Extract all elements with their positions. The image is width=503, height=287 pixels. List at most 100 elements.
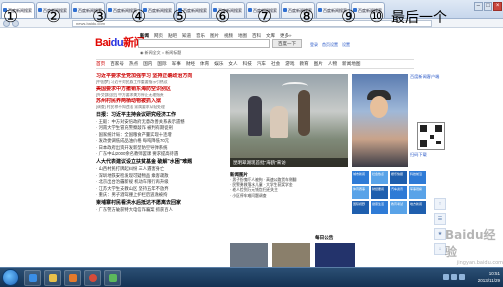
- channel-item[interactable]: 财经: [186, 60, 195, 68]
- news-tile[interactable]: 财经要闻: [371, 186, 388, 199]
- news-tile[interactable]: 军事观察: [409, 186, 426, 199]
- news-item[interactable]: · 深圳地铁安检发现可疑物品 乘客疏散: [96, 173, 226, 180]
- news-tile[interactable]: 国际视野: [352, 201, 369, 214]
- close-button[interactable]: ×: [493, 2, 503, 11]
- news-item[interactable]: 人大代表建议设立扶贫基金 破解"水困"难题: [96, 158, 226, 166]
- channel-item[interactable]: 社会: [271, 60, 280, 68]
- news-item[interactable]: · 重庆：男子酒驾撞上护栏后逃逸被拘: [96, 192, 226, 199]
- channel-item[interactable]: 国际: [157, 60, 166, 68]
- news-item[interactable]: 美国要求中方撤销东海防空识别区: [96, 86, 226, 93]
- channel-item[interactable]: 教育: [299, 60, 308, 68]
- favicon-icon: [38, 8, 42, 12]
- channel-item[interactable]: 图片: [314, 60, 323, 68]
- qr-code-icon[interactable]: [417, 122, 445, 150]
- taskbar-app-icon[interactable]: [104, 270, 121, 286]
- app-link[interactable]: 百度新闻客户端: [410, 74, 456, 80]
- headline-news-list: 习近平要求全党加强学习 坚持正确政治方向 [中国梦] 习近平对民族工作重要指示引热…: [96, 73, 226, 214]
- channel-item[interactable]: 游戏: [285, 60, 294, 68]
- hot-list-item[interactable]: · 小区停车难问题调查: [230, 194, 348, 199]
- start-button[interactable]: [2, 269, 19, 286]
- channel-item[interactable]: 军事: [172, 60, 181, 68]
- channel-item[interactable]: 女人: [228, 60, 237, 68]
- news-item[interactable]: · 山西村民打牌起纠纷 三人遇害身亡: [96, 166, 226, 173]
- news-tile[interactable]: 娱乐快报: [390, 171, 407, 184]
- logo-paw: du: [110, 37, 124, 49]
- clock-date: 2013/11/29: [477, 278, 500, 283]
- taskbar-chrome-icon[interactable]: [84, 270, 101, 286]
- settings-link[interactable]: 设置: [342, 42, 350, 48]
- channel-item[interactable]: 人物: [328, 60, 337, 68]
- news-item[interactable]: · 北京出台治霾新规 机动车限行再升级: [96, 179, 226, 186]
- watermark-main: Baidu经验: [445, 228, 496, 259]
- menu-icon[interactable]: ☰: [434, 213, 446, 225]
- step-number: ⑥: [215, 7, 231, 27]
- clock-time: 10:51: [488, 271, 500, 276]
- search-input[interactable]: [138, 39, 270, 48]
- ad-thumbnail[interactable]: [315, 243, 355, 267]
- channel-item[interactable]: 国内: [143, 60, 152, 68]
- person-shape: [298, 90, 310, 136]
- login-link[interactable]: 登录: [310, 42, 318, 48]
- minimize-button[interactable]: –: [474, 2, 483, 11]
- video-thumbnail[interactable]: [230, 243, 268, 267]
- channel-item[interactable]: 热点: [129, 60, 138, 68]
- news-item[interactable]: 习近平要求全党加强学习 坚持正确政治方向: [96, 73, 226, 80]
- person-shape: [270, 106, 288, 138]
- news-tile[interactable]: 社会热点: [371, 171, 388, 184]
- step-number: ⑨: [341, 7, 357, 27]
- channel-item[interactable]: 百家号: [110, 60, 124, 68]
- volume-icon[interactable]: [451, 274, 457, 280]
- system-clock[interactable]: 10:51 2013/11/29: [478, 270, 500, 284]
- news-item[interactable]: · 江苏大学生支教山区 坚持五年不放弃: [96, 186, 226, 193]
- baidu-logo[interactable]: Baidu新闻: [95, 34, 145, 50]
- news-tile[interactable]: 教育考试: [390, 201, 407, 214]
- news-item[interactable]: · 王毅：中方对安倍政府无意改善关系表示遗憾: [96, 119, 226, 126]
- maximize-button[interactable]: □: [483, 2, 493, 11]
- video-thumbnail[interactable]: [272, 243, 310, 267]
- step-number: ③: [92, 7, 108, 27]
- taskbar-media-icon[interactable]: [64, 270, 81, 286]
- news-item[interactable]: · 广东中山2000余名教师罢课 要求提高待遇: [96, 151, 226, 158]
- news-item[interactable]: · 国家统计局：全国粮食产量实现十连增: [96, 132, 226, 139]
- windows-taskbar: 10:51 2013/11/29: [0, 267, 503, 287]
- homepage-link[interactable]: 首页设置: [322, 42, 338, 48]
- baidu-news-page: Baidu新闻 新闻 网页 贴吧 知道 音乐 图片 视频 地图 百科 文库 更多…: [0, 28, 503, 267]
- news-tile[interactable]: 健康生活: [371, 201, 388, 214]
- side-photo[interactable]: [352, 74, 408, 167]
- favicon-icon: [248, 8, 252, 12]
- channel-item[interactable]: 汽车: [257, 60, 266, 68]
- photo-caption[interactable]: 昆明翠湖现首批"海鸥"来访: [230, 158, 348, 167]
- news-tile[interactable]: 地方新闻: [409, 201, 426, 214]
- channel-item[interactable]: 体育: [200, 60, 209, 68]
- news-item[interactable]: · 河南大学生冒充警察敲诈 被判有期徒刑: [96, 125, 226, 132]
- news-item[interactable]: 苏州村民养两栖动物被抓入狱: [96, 98, 226, 105]
- channel-item[interactable]: 娱乐: [214, 60, 223, 68]
- favicon-icon: [73, 8, 77, 12]
- back-to-top-icon[interactable]: ↑: [434, 198, 446, 210]
- network-icon[interactable]: [443, 274, 449, 280]
- watermark-sub: jingyan.baidu.com: [456, 260, 503, 266]
- notice-section-title: 每日公告: [315, 235, 334, 240]
- news-item[interactable]: · 发改委调低成品油价格 每吨降低70元: [96, 138, 226, 145]
- news-item[interactable]: · 日本政府出资开发新型防空导弹系统: [96, 145, 226, 152]
- hot-photo-list: 新闻图片 · 男子扮鬼吓人被拘 · 高速公路货车侧翻 · 民警勇救落水儿童 · 大…: [230, 171, 348, 199]
- channel-item[interactable]: 首页: [96, 60, 105, 68]
- news-item[interactable]: 日报：习近平主持会议研究经济工作: [96, 111, 226, 119]
- news-tile[interactable]: 汽车资讯: [390, 186, 407, 199]
- search-button[interactable]: 百度一下: [272, 39, 302, 48]
- screenshot-root: 百度新闻搜索 百度新闻搜索 百度新闻搜索 百度新闻搜索 百度新闻搜索 百度新闻搜…: [0, 0, 503, 287]
- channel-item[interactable]: 科技: [243, 60, 252, 68]
- news-tile[interactable]: 城市新闻: [352, 171, 369, 184]
- featured-photo[interactable]: 昆明翠湖现首批"海鸥"来访: [230, 74, 348, 167]
- news-item[interactable]: 柬埔寨村民看洪水后抵达不愿离去回家: [96, 199, 226, 207]
- channel-item[interactable]: 新闻地图: [342, 60, 360, 68]
- radio-news-title[interactable]: 新闻标题: [165, 50, 181, 55]
- news-item[interactable]: · 广东警方破获特大电信诈骗案 抓获百人: [96, 207, 226, 214]
- news-tile[interactable]: 体育赛事: [352, 186, 369, 199]
- ime-icon[interactable]: [459, 274, 465, 280]
- radio-news-fulltext[interactable]: 新闻全文: [145, 50, 161, 55]
- taskbar-folder-icon[interactable]: [44, 270, 61, 286]
- news-tile[interactable]: 科技前沿: [409, 171, 426, 184]
- search-scope: ◉ 新闻全文 ○ 新闻标题: [140, 50, 182, 55]
- taskbar-ie-icon[interactable]: [24, 270, 41, 286]
